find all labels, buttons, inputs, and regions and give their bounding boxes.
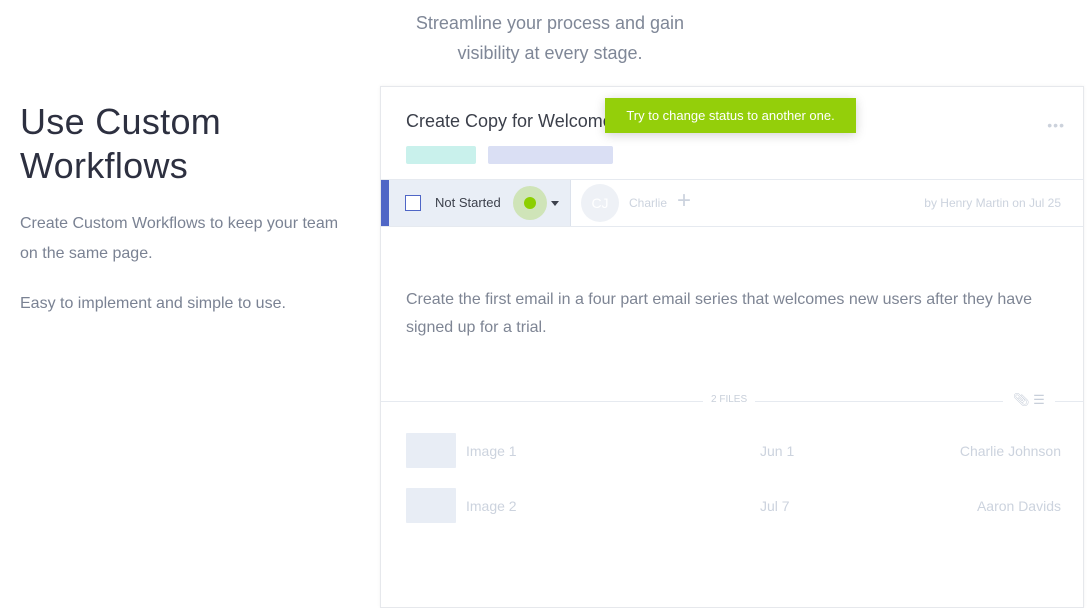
file-owner: Charlie Johnson — [959, 443, 1061, 459]
task-card: Create Copy for Welcome Email ••• Not St… — [380, 86, 1084, 608]
pulse-hint-indicator — [513, 186, 547, 220]
section-paragraph-1: Create Custom Workflows to keep your tea… — [20, 215, 339, 262]
add-assignee-icon[interactable]: + — [677, 189, 691, 213]
byline: by Henry Martin on Jul 25 — [924, 196, 1061, 210]
files-actions: 📎︎ ☰ — [1003, 392, 1055, 408]
section-title: Use Custom Workflows — [20, 100, 221, 188]
tag-placeholder-1[interactable] — [406, 146, 476, 164]
file-thumbnail — [406, 433, 456, 468]
avatar[interactable]: CJ — [581, 184, 619, 222]
list-icon[interactable]: ☰ — [1033, 392, 1045, 407]
files-count-label: 2 FILES — [703, 394, 756, 405]
status-label: Not Started — [435, 195, 501, 210]
file-name[interactable]: Image 1 — [466, 443, 517, 459]
file-row[interactable]: Image 2 Jul 7 Aaron Davids — [406, 488, 1061, 524]
status-row: Not Started CJ Charlie + by Henry Martin… — [381, 179, 1083, 227]
pulse-dot-icon — [524, 197, 536, 209]
file-name[interactable]: Image 2 — [466, 498, 517, 514]
task-description[interactable]: Create the first email in a four part em… — [406, 286, 1046, 342]
file-date: Jul 7 — [760, 498, 790, 514]
section-paragraph-2: Easy to implement and simple to use. — [20, 295, 286, 312]
section-title-line-1: Use Custom — [20, 101, 222, 142]
assignee-name[interactable]: Charlie — [629, 196, 667, 210]
file-thumbnail — [406, 488, 456, 523]
chevron-down-icon[interactable] — [551, 201, 559, 206]
intro-line-1: Streamline your process and gain — [415, 13, 685, 33]
paperclip-icon[interactable]: 📎︎ — [1013, 392, 1030, 407]
hint-tooltip: Try to change status to another one. — [605, 98, 856, 133]
file-row[interactable]: Image 1 Jun 1 Charlie Johnson — [406, 433, 1061, 469]
complete-checkbox[interactable] — [405, 195, 421, 211]
tag-placeholder-2[interactable] — [488, 146, 613, 164]
file-date: Jun 1 — [760, 443, 795, 459]
status-dropdown[interactable]: Not Started — [381, 180, 571, 226]
section-title-line-2: Workflows — [20, 145, 189, 186]
intro-text: Streamline your process and gain visibil… — [380, 8, 720, 68]
ellipsis-icon[interactable]: ••• — [1047, 117, 1065, 133]
file-owner: Aaron Davids — [976, 498, 1061, 514]
intro-line-2: visibility at every stage. — [457, 43, 643, 63]
